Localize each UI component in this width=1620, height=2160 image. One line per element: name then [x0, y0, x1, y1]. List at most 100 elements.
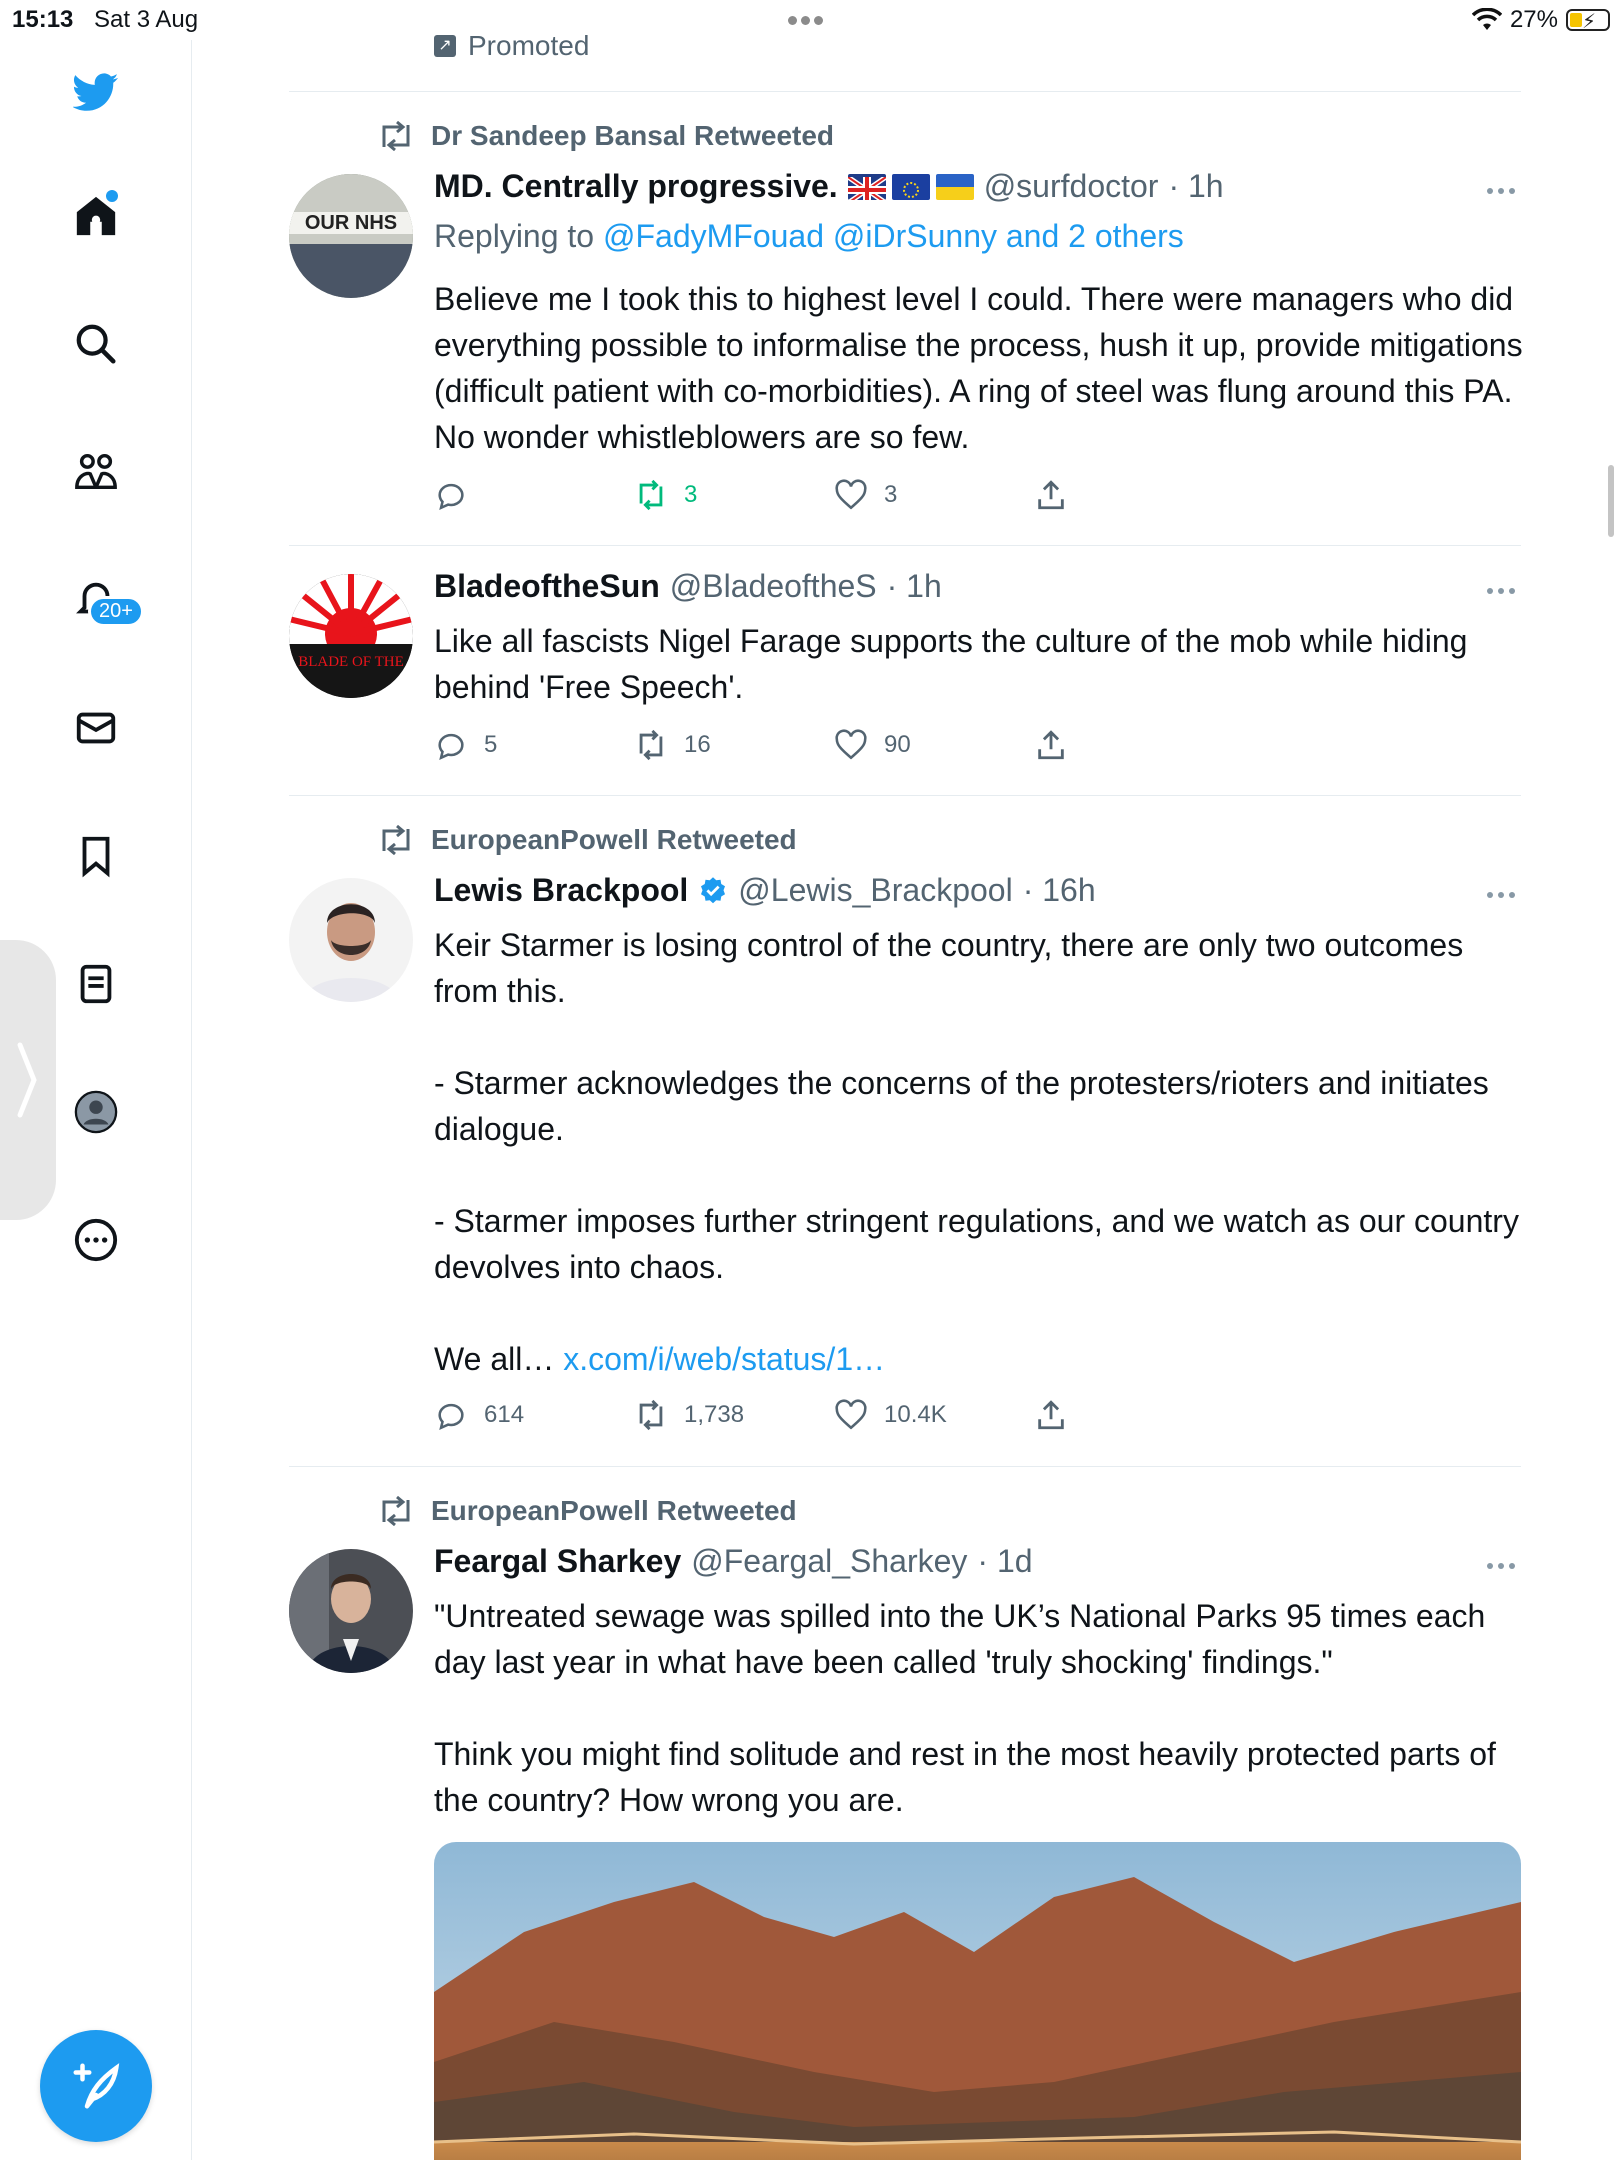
- heart-icon: [835, 729, 867, 760]
- tweet-header: Lewis Brackpool @Lewis_Brackpool · 16h: [434, 872, 1096, 909]
- wifi-icon: [1471, 8, 1502, 30]
- tweet-time[interactable]: · 1h: [887, 568, 942, 605]
- chevron-right-icon: [17, 1042, 37, 1118]
- tweet-actions: 5 16 90: [434, 728, 1134, 768]
- twitter-bird-icon[interactable]: [68, 64, 124, 120]
- tweet-media-image[interactable]: [434, 1842, 1521, 2160]
- reply-icon: [438, 483, 464, 510]
- avatar[interactable]: [289, 1549, 413, 1673]
- retweet-icon: [382, 1496, 410, 1526]
- tweet-text: "Untreated sewage was spilled into the U…: [434, 1598, 1496, 1818]
- bookmarks-icon[interactable]: [68, 828, 124, 884]
- share-button[interactable]: [1034, 728, 1068, 762]
- author-handle[interactable]: @surfdoctor: [984, 168, 1159, 205]
- retweet-button[interactable]: 16: [634, 728, 711, 762]
- notifications-badge: 20+: [88, 596, 144, 627]
- ukraine-flag-icon: [935, 173, 974, 200]
- avatar[interactable]: BLADE OF THE: [289, 574, 413, 698]
- avatar[interactable]: OUR NHS: [289, 174, 413, 298]
- tweet-divider: [289, 545, 1521, 546]
- tweet-time[interactable]: · 1d: [977, 1543, 1032, 1580]
- author-handle[interactable]: @Feargal_Sharkey: [691, 1543, 967, 1580]
- retweet-icon: [639, 479, 663, 511]
- messages-icon[interactable]: [68, 700, 124, 756]
- retweet-icon: [639, 729, 663, 761]
- retweet-icon: [382, 825, 410, 855]
- tweet-time[interactable]: · 16h: [1023, 872, 1096, 909]
- tweet-more-icon[interactable]: [1481, 588, 1521, 594]
- author-handle[interactable]: @BladeoftheS: [670, 568, 877, 605]
- reply-button[interactable]: [434, 478, 484, 512]
- tweet-header: MD. Centrally progressive. @surfdoctor ·…: [434, 168, 1224, 205]
- retweet-context: EuropeanPowell Retweeted: [377, 1495, 797, 1527]
- promoted-label: ↗ Promoted: [434, 30, 589, 62]
- status-date: Sat 3 Aug: [94, 6, 199, 33]
- tweet-time[interactable]: · 1h: [1168, 168, 1223, 205]
- scrollbar[interactable]: [1608, 465, 1614, 537]
- tweet-actions: 3 3: [434, 478, 1134, 518]
- retweet-icon: [639, 1399, 663, 1431]
- like-button[interactable]: 10.4K: [834, 1398, 947, 1432]
- tweet-header: BladeoftheSun @BladeoftheS · 1h: [434, 568, 942, 605]
- retweet-button[interactable]: 3: [634, 478, 697, 512]
- retweet-icon: [382, 121, 410, 151]
- status-right: 27% ⚡: [1471, 6, 1610, 34]
- heart-icon: [835, 1399, 867, 1430]
- share-icon: [1038, 730, 1064, 760]
- heart-icon: [835, 479, 867, 510]
- tweet-more-icon[interactable]: [1481, 188, 1521, 194]
- share-icon: [1038, 1400, 1064, 1430]
- multitasking-dots-icon[interactable]: [788, 12, 827, 30]
- author-handle[interactable]: @Lewis_Brackpool: [738, 872, 1012, 909]
- tweet-link[interactable]: x.com/i/web/status/1…: [563, 1341, 885, 1377]
- avatar-text: OUR NHS: [305, 212, 397, 234]
- tweet-text: Believe me I took this to highest level …: [434, 281, 1523, 455]
- author-name[interactable]: BladeoftheSun: [434, 568, 660, 605]
- like-button[interactable]: 3: [834, 478, 897, 512]
- profile-icon[interactable]: [68, 1084, 124, 1140]
- search-icon[interactable]: [68, 316, 124, 372]
- tweet-text: Like all fascists Nigel Farage supports …: [434, 623, 1468, 705]
- tweet-header: Feargal Sharkey @Feargal_Sharkey · 1d: [434, 1543, 1033, 1580]
- author-name[interactable]: Feargal Sharkey: [434, 1543, 681, 1580]
- author-name[interactable]: Lewis Brackpool: [434, 872, 688, 909]
- communities-icon[interactable]: [68, 444, 124, 500]
- battery-icon: ⚡: [1566, 9, 1610, 33]
- home-unread-dot: [106, 190, 118, 202]
- reply-icon: [438, 1403, 464, 1430]
- avatar[interactable]: [289, 878, 413, 1002]
- status-bar: 15:13 Sat 3 Aug 27% ⚡: [0, 0, 1620, 40]
- share-icon: [1038, 480, 1064, 510]
- tweet-actions: 614 1,738 10.4K: [434, 1398, 1134, 1438]
- tweet-more-icon[interactable]: [1481, 1563, 1521, 1569]
- more-icon[interactable]: [68, 1212, 124, 1268]
- author-name[interactable]: MD. Centrally progressive.: [434, 168, 838, 205]
- verified-badge-icon: [701, 876, 726, 903]
- tweet-divider: [289, 91, 1521, 92]
- tweet-divider: [289, 795, 1521, 796]
- tweet-divider: [289, 1466, 1521, 1467]
- like-button[interactable]: 90: [834, 728, 911, 762]
- replying-to: Replying to @FadyMFouad @iDrSunny and 2 …: [434, 218, 1184, 254]
- profile-flags: [847, 173, 974, 200]
- lists-icon[interactable]: [68, 956, 124, 1012]
- tweet-more-icon[interactable]: [1481, 892, 1521, 898]
- retweet-context: Dr Sandeep Bansal Retweeted: [377, 120, 834, 152]
- eu-flag-icon: [891, 173, 930, 200]
- retweet-button[interactable]: 1,738: [634, 1398, 744, 1432]
- home-icon[interactable]: [68, 188, 124, 244]
- uk-flag-icon: [847, 173, 886, 200]
- promoted-icon: ↗: [434, 35, 456, 57]
- compose-tweet-button[interactable]: [40, 2030, 152, 2142]
- reply-button[interactable]: 5: [434, 728, 497, 762]
- reply-button[interactable]: 614: [434, 1398, 524, 1432]
- status-time: 15:13: [12, 6, 74, 33]
- share-button[interactable]: [1034, 1398, 1068, 1432]
- battery-percent: 27%: [1509, 6, 1558, 33]
- reply-mentions-link[interactable]: @FadyMFouad @iDrSunny and 2 others: [603, 218, 1184, 254]
- tweet-text: Keir Starmer is losing control of the co…: [434, 927, 1519, 1377]
- retweet-context: EuropeanPowell Retweeted: [377, 824, 797, 856]
- reply-icon: [438, 733, 464, 760]
- sidebar-expand-handle[interactable]: [0, 940, 56, 1220]
- share-button[interactable]: [1034, 478, 1068, 512]
